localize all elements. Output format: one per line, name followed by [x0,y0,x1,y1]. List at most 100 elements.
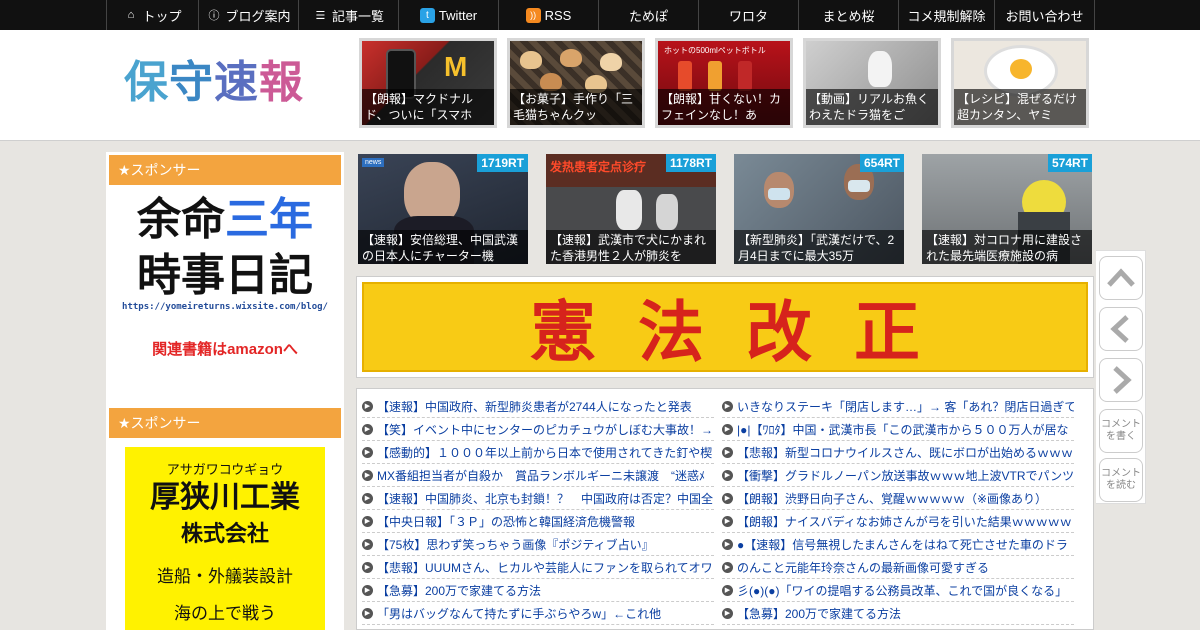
ad-business: 造船・外艤装設計 [157,567,293,587]
link-text: 【中央日報】「３Ｐ」の恐怖と韓国経済危機警報 [377,514,636,529]
ad-company-type: 株式会社 [180,522,269,547]
top-nav-bar: ⌂ トップ ⓘ ブログ案内 ☰ 記事一覧 t Twitter )) RSS ためぽ ワロタ… [0,0,1200,30]
list-item[interactable]: ▶ 【朗報】渋野日向子さん、覚醒ｗｗｗｗｗ（※画像あり） [722,487,1074,510]
news-caption: 【速報】安倍総理、中国武漢の日本人にチャーター機 [358,230,528,264]
next-article-button[interactable] [1099,358,1143,402]
list-item[interactable]: ▶ 【悲報】新型コロナウイルスさん、既にボロが出始めるｗｗｗ [722,441,1074,464]
ad-title-line1: 余命三年 [137,194,313,245]
list-item[interactable]: ▶ 【笑】イベント中にセンターのピカチュウがしぼむ大事故！→ [362,418,714,441]
read-comments-button[interactable]: コメントを読む [1099,458,1143,502]
chevron-up-icon [1107,268,1135,287]
bullet-arrow-icon: ▶ [362,584,373,596]
bullet-arrow-icon: ▶ [362,469,373,481]
link-text: 【笑】イベント中にセンターのピカチュウがしぼむ大事故！→ [377,422,714,437]
list-item[interactable]: ▶ 【急募】200万で家建てる方法 [722,602,1074,625]
nav-comment-unblock[interactable]: コメ規制解除 [898,0,994,30]
list-item[interactable]: ▶ |●|【ﾜﾛﾀ】中国・武漢市長「この武漢市から５００万人が居な [722,418,1074,441]
news-tile[interactable]: news 1719RT 【速報】安倍総理、中国武漢の日本人にチャーター機 [358,154,528,264]
nav-label: ワロタ [728,8,768,24]
link-text: 【悲報】新型コロナウイルスさん、既にボロが出始めるｗｗｗ [737,445,1074,460]
header-article-tile[interactable]: 【レシピ】混ぜるだけ超カンタン、ヤミ [951,38,1089,128]
banner-text: 憲法改正 [362,282,1088,372]
read-comments-label: コメントを読む [1101,468,1141,491]
nav-twitter[interactable]: t Twitter [398,0,498,30]
header-article-tile[interactable]: 【動画】リアルお魚くわえたドラ猫をご [803,38,941,128]
article-caption: 【朗報】マクドナルド、ついに「スマホ [362,89,494,125]
write-comment-button[interactable]: コメントを書く [1099,409,1143,453]
chevron-left-icon [1110,315,1129,343]
nav-matome-sakura[interactable]: まとめ桜 [798,0,898,30]
ad-url: https://yomeireturns.wixsite.com/blog/ [122,302,328,312]
header-article-tile[interactable]: ホットの500mlペットボトル 【朗報】甘くない！カフェインなし！あ [655,38,793,128]
sponsor-ad-yomei[interactable]: 余命三年 時事日記 https://yomeireturns.wixsite.c… [109,192,341,392]
list-item[interactable]: ▶ 【速報】中国政府、新型肺炎患者が2744人になったと発表 [362,395,714,418]
nav-label: コメ規制解除 [907,8,986,24]
list-item[interactable]: ▶ のんこと元能年玲奈さんの最新画像可愛すぎる [722,556,1074,579]
site-logo[interactable]: 保守速報 [124,57,304,109]
ad-slogan: 海の上で戦う [174,604,276,624]
list-item[interactable]: ▶ 彡(●)(●)「ワイの提唱する公務員改革、これで国が良くなる」 [722,579,1074,602]
list-item[interactable]: ▶ 【75枚】思わず笑っちゃう画像『ポジティブ占い』 [362,533,714,556]
nav-label: ブログ案内 [225,8,291,24]
bullet-arrow-icon: ▶ [362,561,373,573]
link-text: |●|【ﾜﾛﾀ】中国・武漢市長「この武漢市から５００万人が居な [737,422,1069,437]
prev-article-button[interactable] [1099,307,1143,351]
list-item[interactable]: ▶ ●【速報】信号無視したまんさんをはねて死亡させた車のドラ [722,533,1074,556]
list-item[interactable]: ▶ 【感動的】１０００年以上前から日本で使用されてきた釘や楔 [362,441,714,464]
nav-blog-guide[interactable]: ⓘ ブログ案内 [198,0,298,30]
list-item[interactable]: ▶ いきなりステーキ「閉店します…」→ 客「あれ？閉店日過ぎて [722,395,1074,418]
sidebar: ★スポンサー 余命三年 時事日記 https://yomeireturns.wi… [106,152,344,630]
link-text: 【朗報】ナイスバディなお姉さんが弓を引いた結果ｗｗｗｗｗ [737,514,1072,529]
scroll-top-button[interactable] [1099,256,1143,300]
link-text: 【朗報】渋野日向子さん、覚醒ｗｗｗｗｗ（※画像あり） [737,491,1048,506]
list-item[interactable]: ▶ 「男はバッグなんて持たずに手ぶらやろw」←これ他 [362,602,714,625]
news-tile[interactable]: 654RT 【新型肺炎】「武漢だけで、2月4日までに最大35万 [734,154,904,264]
nav-rss[interactable]: )) RSS [498,0,598,30]
news-tile[interactable]: 发热患者定点诊疗 1178RT 【速報】武漢市で犬にかまれた香港男性２人が肺炎を [546,154,716,264]
bullet-arrow-icon: ▶ [722,469,733,481]
sponsor-ad-asagawa[interactable]: アサガワコウギョウ 厚狭川工業 株式会社 造船・外艤装設計 海の上で戦う [125,447,325,630]
header-article-tile[interactable]: 【お菓子】手作り「三毛猫ちゃんクッ [507,38,645,128]
link-text: 「男はバッグなんて持たずに手ぶらやろw」←これ他 [377,606,662,621]
bullet-arrow-icon: ▶ [362,400,373,412]
link-text: 【急募】200万で家建てる方法 [377,583,542,598]
bullet-arrow-icon: ▶ [722,607,733,619]
link-text: 【悲報】UUUMさん、ヒカルや芸能人にファンを取られてオワ [377,560,713,575]
link-text: 【衝撃】グラドルノーパン放送事故ｗｗｗ地上波VTRでパンツ [737,468,1074,483]
constitution-banner[interactable]: 憲法改正 [356,276,1094,378]
nav-top[interactable]: ⌂ トップ [106,0,198,30]
link-text: 彡(●)(●)「ワイの提唱する公務員改革、これで国が良くなる」 [737,583,1068,598]
list-item[interactable]: ▶ 【衝撃】グラドルノーパン放送事故ｗｗｗ地上波VTRでパンツ [722,464,1074,487]
news-tile[interactable]: 574RT 【速報】対コロナ用に建設された最先端医療施設の病 [922,154,1092,264]
nav-contact[interactable]: お問い合わせ [994,0,1095,30]
info-icon: ⓘ [208,10,220,22]
link-text: 【速報】中国政府、新型肺炎患者が2744人になったと発表 [377,399,692,414]
article-link-panel: ▶ 【速報】中国政府、新型肺炎患者が2744人になったと発表 ▶ 【笑】イベント中に… [356,388,1094,630]
list-item[interactable]: ▶ 【速報】中国肺炎、北京も封鎖！？ 中国政府は否定？中国全 [362,487,714,510]
list-item[interactable]: ▶ 【朗報】ナイスバディなお姉さんが弓を引いた結果ｗｗｗｗｗ [722,510,1074,533]
sponsor-heading: ★スポンサー [109,155,341,185]
retweet-count: 654RT [859,154,904,172]
news-caption: 【速報】武漢市で犬にかまれた香港男性２人が肺炎を [546,230,716,264]
nav-label: Twitter [438,7,478,23]
nav-label: まとめ桜 [822,8,875,24]
list-item[interactable]: ▶ MX番組担当者が自殺か 賞品ランボルギーニ未譲渡 “迷惑ﾒ [362,464,714,487]
nav-warota[interactable]: ワロタ [698,0,798,30]
link-column-right: ▶ いきなりステーキ「閉店します…」→ 客「あれ？閉店日過ぎて ▶ |●|【ﾜﾛﾀ】… [722,395,1074,625]
header-article-tile[interactable]: M 【朗報】マクドナルド、ついに「スマホ [359,38,497,128]
retweet-count: 574RT [1047,154,1092,172]
nav-article-list[interactable]: ☰ 記事一覧 [298,0,398,30]
bullet-arrow-icon: ▶ [362,492,373,504]
nav-label: 記事一覧 [331,8,384,24]
bullet-arrow-icon: ▶ [362,423,373,435]
nav-tamepo[interactable]: ためぽ [598,0,698,30]
ad-company-name: 厚狭川工業 [150,480,300,515]
list-item[interactable]: ▶ 【悲報】UUUMさん、ヒカルや芸能人にファンを取られてオワ [362,556,714,579]
sponsor-heading: ★スポンサー [109,408,341,438]
list-item[interactable]: ▶ 【中央日報】「３Ｐ」の恐怖と韓国経済危機警報 [362,510,714,533]
link-text: ●【速報】信号無視したまんさんをはねて死亡させた車のドラ [737,537,1068,552]
bullet-arrow-icon: ▶ [362,446,373,458]
write-comment-label: コメントを書く [1101,419,1141,442]
nav-label: ためぽ [628,8,668,24]
list-item[interactable]: ▶ 【急募】200万で家建てる方法 [362,579,714,602]
